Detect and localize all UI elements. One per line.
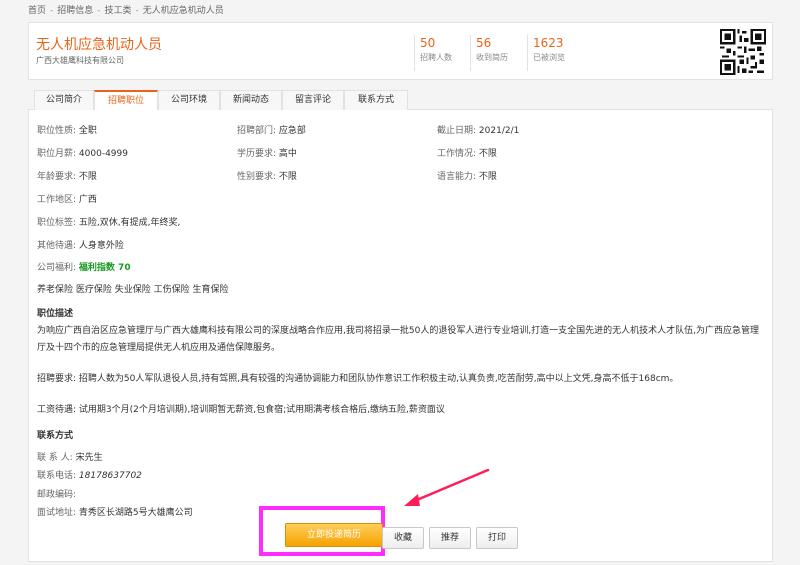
field-label: 公司福利: <box>37 263 77 273</box>
field-language: 语言能力: 不限 <box>437 169 497 182</box>
job-header: 无人机应急机动人员 广西大雄鹰科技有限公司 50 招聘人数 56 收到简历 16… <box>28 22 773 80</box>
recommend-button[interactable]: 推荐 <box>429 527 471 549</box>
field-value: 广西 <box>78 195 97 205</box>
contact-address: 面试地址: 青秀区长湖路5号大雄鹰公司 <box>37 505 193 518</box>
tab-job-posting[interactable]: 招聘职位 <box>94 90 158 111</box>
field-salary: 职位月薪: 4000-4999 <box>37 146 128 159</box>
field-education: 学历要求: 高中 <box>237 146 297 159</box>
field-label: 年龄要求: <box>37 172 77 182</box>
field-value: 不限 <box>78 172 97 182</box>
stat-hiring-count: 50 招聘人数 <box>414 35 452 71</box>
field-label: 语言能力: <box>437 172 477 182</box>
breadcrumb-separator: - <box>97 6 101 16</box>
field-job-nature: 职位性质: 全职 <box>37 123 97 136</box>
field-label: 联系电话: <box>37 471 77 481</box>
field-value: 人身意外险 <box>78 241 124 251</box>
field-label: 学历要求: <box>237 149 277 159</box>
field-value: 18178637702 <box>78 471 142 481</box>
field-age: 年龄要求: 不限 <box>37 169 97 182</box>
field-label: 职位标签: <box>37 218 77 228</box>
insurance-list: 养老保险 医疗保险 失业保险 工伤保险 生育保险 <box>37 285 229 295</box>
field-value: 五险,双休,有提成,年终奖, <box>78 218 181 228</box>
breadcrumb-separator: - <box>135 6 139 16</box>
field-value: 高中 <box>278 149 297 159</box>
salary-paragraph: 工资待遇: 试用期3个月(2个月培训期),培训期暂无薪资,包食宿;试用期满考核合… <box>37 405 445 415</box>
company-name[interactable]: 广西大雄鹰科技有限公司 <box>36 55 124 66</box>
stat-views: 1623 已被浏览 <box>527 35 565 71</box>
field-value: 不限 <box>478 149 497 159</box>
tab-bar: 公司简介 招聘职位 公司环境 新闻动态 留言评论 联系方式 <box>28 90 773 111</box>
print-button[interactable]: 打印 <box>476 527 518 549</box>
section-title-description: 职位描述 <box>37 309 74 319</box>
contact-zip: 邮政编码: <box>37 487 76 500</box>
breadcrumb-separator: - <box>50 6 54 16</box>
requirements-paragraph: 招聘要求: 招聘人数为50人军队退役人员,持有驾照,具有较强的沟通协调能力和团队… <box>37 374 679 384</box>
field-value: 2021/2/1 <box>478 126 520 136</box>
field-value: 不限 <box>478 172 497 182</box>
field-label: 招聘部门: <box>237 126 277 136</box>
qr-code-icon <box>720 29 766 75</box>
breadcrumb-jobs[interactable]: 招聘信息 <box>57 6 93 16</box>
field-label: 性别要求: <box>237 172 277 182</box>
stat-resumes-received: 56 收到简历 <box>470 35 508 71</box>
field-label: 其他待遇: <box>37 241 77 251</box>
field-work-status: 工作情况: 不限 <box>437 146 497 159</box>
field-value: 应急部 <box>278 126 306 136</box>
field-value: 青秀区长湖路5号大雄鹰公司 <box>78 508 193 518</box>
field-value: 4000-4999 <box>78 149 128 159</box>
breadcrumb: 首页 - 招聘信息 - 技工类 - 无人机应急机动人员 <box>28 3 224 16</box>
stat-label: 收到简历 <box>476 53 508 62</box>
field-work-area: 工作地区: 广西 <box>37 192 97 205</box>
stat-number: 1623 <box>533 36 564 50</box>
field-job-tags: 职位标签: 五险,双休,有提成,年终奖, <box>37 215 180 228</box>
tab-company-profile[interactable]: 公司简介 <box>34 90 94 111</box>
field-value: 不限 <box>278 172 297 182</box>
favorite-button[interactable]: 收藏 <box>382 527 424 549</box>
tab-contact[interactable]: 联系方式 <box>344 90 408 111</box>
field-label: 截止日期: <box>437 126 477 136</box>
stat-number: 56 <box>476 36 492 50</box>
field-gender: 性别要求: 不限 <box>237 169 297 182</box>
breadcrumb-category[interactable]: 技工类 <box>105 6 132 16</box>
breadcrumb-home[interactable]: 首页 <box>28 6 46 16</box>
field-value: 宋先生 <box>75 453 103 463</box>
job-title: 无人机应急机动人员 <box>36 37 162 53</box>
job-detail-panel: 职位性质: 全职 招聘部门: 应急部 截止日期: 2021/2/1 职位月薪: … <box>28 110 773 562</box>
field-other-benefits: 其他待遇: 人身意外险 <box>37 238 124 251</box>
tab-company-environment[interactable]: 公司环境 <box>158 90 220 111</box>
apply-highlight-box: 立即投递简历 <box>259 506 385 556</box>
welfare-index: 福利指数 70 <box>78 263 131 273</box>
apply-resume-button[interactable]: 立即投递简历 <box>285 523 383 547</box>
field-department: 招聘部门: 应急部 <box>237 123 306 136</box>
field-label: 联 系 人: <box>37 453 73 463</box>
contact-phone: 联系电话: 18178637702 <box>37 468 142 481</box>
field-company-welfare: 公司福利: 福利指数 70 <box>37 260 131 273</box>
stat-label: 已被浏览 <box>533 53 565 62</box>
field-label: 工作情况: <box>437 149 477 159</box>
contact-person: 联 系 人: 宋先生 <box>37 450 103 463</box>
field-label: 邮政编码: <box>37 490 77 500</box>
section-title-contact: 联系方式 <box>37 431 74 441</box>
stat-number: 50 <box>420 36 436 50</box>
field-label: 职位月薪: <box>37 149 77 159</box>
breadcrumb-current: 无人机应急机动人员 <box>142 6 224 16</box>
field-label: 工作地区: <box>37 195 77 205</box>
field-deadline: 截止日期: 2021/2/1 <box>437 123 519 136</box>
description-paragraph: 为响应广西自治区应急管理厅与广西大雄鹰科技有限公司的深度战略合作应用,我司将招录… <box>37 326 760 353</box>
stat-label: 招聘人数 <box>420 53 452 62</box>
field-value: 全职 <box>78 126 97 136</box>
tab-news[interactable]: 新闻动态 <box>220 90 282 111</box>
field-label: 面试地址: <box>37 508 77 518</box>
field-label: 职位性质: <box>37 126 77 136</box>
tab-comments[interactable]: 留言评论 <box>282 90 344 111</box>
